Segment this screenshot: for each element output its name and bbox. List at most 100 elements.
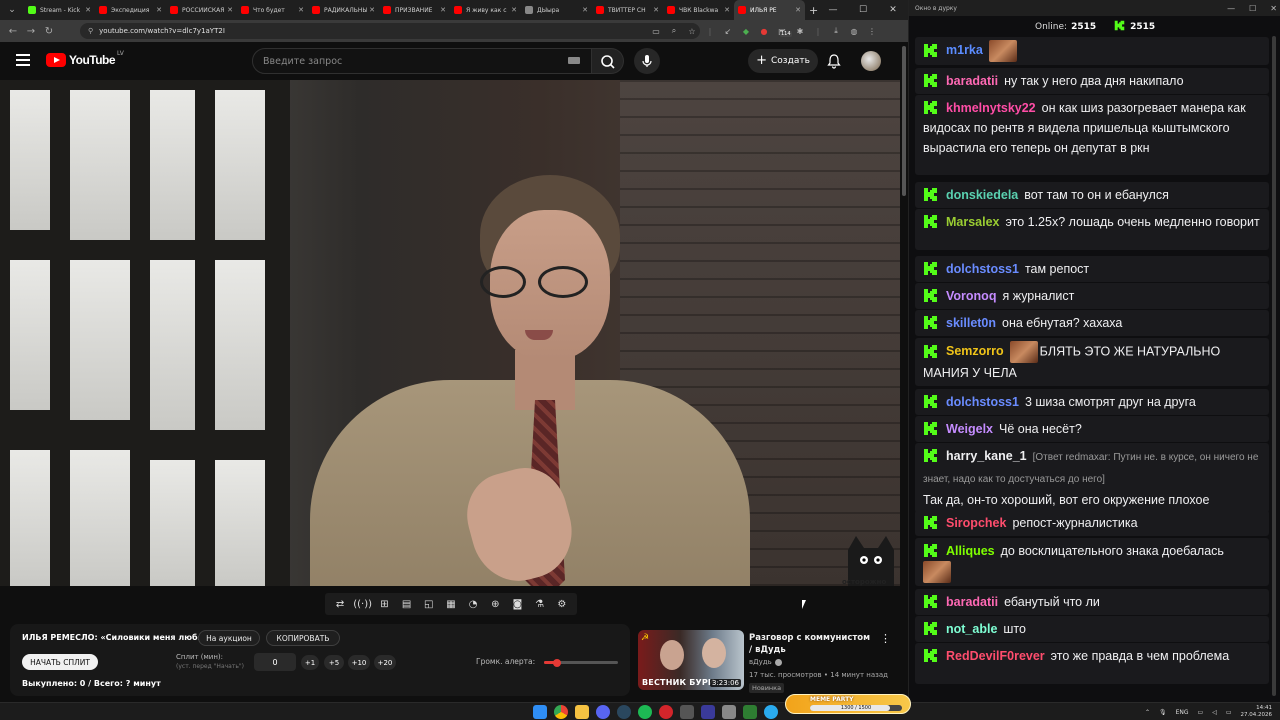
split-minutes-input[interactable]: 0 [254,653,296,671]
discord-icon[interactable] [596,705,610,719]
browser-tab[interactable]: Что будет ✕ [237,0,308,20]
chat-emote[interactable] [988,40,1017,62]
browser-tab[interactable]: РОССИЙСКАЯ ✕ [166,0,237,20]
chat-username[interactable]: Weigelx [946,422,993,436]
add-20-button[interactable]: +20 [374,655,396,670]
screenshot-settings-icon[interactable]: ⊞ [375,599,393,610]
tab-close-icon[interactable]: ✕ [298,6,304,14]
clock[interactable]: 14:41 27.04.2026 [1241,705,1273,719]
close-icon[interactable]: ✕ [878,0,908,20]
chat-emote[interactable] [923,561,951,583]
extension-arrow-icon[interactable]: ↙ [722,27,734,36]
flask-icon[interactable]: ⚗ [531,599,549,610]
telegram-icon[interactable] [764,705,778,719]
extension-red-icon[interactable]: ● [758,27,770,36]
clip-icon[interactable]: ▤ [398,599,416,610]
extension-badge-icon[interactable]: ▣114 [776,27,792,37]
chat-emote[interactable] [1009,341,1038,363]
chat-username[interactable]: Voronoq [946,289,996,303]
video-player[interactable]: осторожно [0,80,900,586]
add-frame-icon[interactable]: ⊕ [486,599,504,610]
tab-close-icon[interactable]: ✕ [724,6,730,14]
search-button[interactable] [592,48,624,74]
chat-username[interactable]: Siropchek [946,516,1006,530]
browser-tab[interactable]: Экспедиция ✕ [95,0,166,20]
chat-scrollbar-thumb[interactable] [1272,36,1276,696]
folder-icon[interactable] [575,705,589,719]
menu-icon[interactable] [16,54,30,66]
search-input[interactable]: Введите запрос [252,48,592,74]
auction-button[interactable]: На аукцион [198,630,260,646]
app-icon[interactable] [680,705,694,719]
meme-party-widget[interactable]: MEME PARTY 1300 / 1500 [785,694,911,714]
browser-tab[interactable]: ПРИЗВАНИЕ ✕ [379,0,450,20]
browser-tab[interactable]: ЧВК Blackwa ✕ [663,0,734,20]
microphone-icon[interactable]: 🎙 [1159,709,1167,716]
start-split-button[interactable]: НАЧАТЬ СПЛИТ [22,654,98,670]
chat-username[interactable]: Marsalex [946,215,1000,229]
tab-close-icon[interactable]: ✕ [369,6,375,14]
create-button[interactable]: + Создать [748,49,818,73]
extension-shield-icon[interactable]: ◆ [740,27,752,36]
browser-tab[interactable]: Я живу как с ✕ [450,0,521,20]
browser-tab[interactable]: РАДИКАЛЬНЫ ✕ [308,0,379,20]
voice-search-button[interactable] [634,48,660,74]
new-tab-button[interactable]: + [809,4,818,17]
recommended-thumbnail[interactable]: ☭ ВЕСТНИК БУРИ 3:23:06 [638,630,744,690]
chat-username[interactable]: dolchstoss1 [946,262,1019,276]
notifications-bell-icon[interactable] [826,53,842,69]
screen-cast-icon[interactable]: ▭ [650,27,662,36]
forward-icon[interactable]: → [22,26,40,37]
app-icon-2[interactable] [701,705,715,719]
zoom-icon[interactable]: ⌕ [668,26,680,36]
chat-username[interactable]: Alliques [946,544,995,558]
minimize-icon[interactable]: — [818,0,848,20]
browser-tab[interactable]: Stream - Kick ✕ [24,0,95,20]
chat-username[interactable]: RedDevilF0rever [946,649,1045,663]
avatar[interactable] [861,51,881,71]
tab-close-icon[interactable]: ✕ [156,6,162,14]
menu-dots-icon[interactable]: ⋮ [866,27,878,36]
reload-icon[interactable]: ↻ [40,26,58,37]
extensions-puzzle-icon[interactable]: ✱ [794,27,806,36]
tab-close-icon[interactable]: ✕ [440,6,446,14]
speed-icon[interactable]: ◔ [464,599,482,610]
picture-in-picture-icon[interactable]: ◱ [420,599,438,610]
browser-tab[interactable]: ТВИТТЕР СН ✕ [592,0,663,20]
spotify-icon[interactable] [638,705,652,719]
chat-username[interactable]: m1rka [946,43,983,57]
volume-icon[interactable]: ◁ [1212,709,1217,716]
youtube-logo[interactable]: YouTube LV [46,50,124,67]
chat-username[interactable]: skillet0n [946,316,996,330]
recommended-title[interactable]: Разговор с коммунистом / вДудь [749,632,871,656]
add-5-button[interactable]: +5 [324,655,344,670]
tab-close-icon[interactable]: ✕ [653,6,659,14]
keyboard-icon[interactable] [568,57,580,64]
browser-tab[interactable]: ИЛЬЯ РЕ ✕ [734,0,805,20]
chrome-icon[interactable] [554,705,568,719]
app-icon-4[interactable] [743,705,757,719]
audio-icon[interactable]: ((·)) [353,599,372,610]
copy-button[interactable]: КОПИРОВАТЬ [266,630,340,646]
close-icon[interactable]: ✕ [1270,4,1277,13]
opera-icon[interactable] [659,705,673,719]
maximize-icon[interactable]: ☐ [1249,4,1256,13]
tab-close-icon[interactable]: ✕ [85,6,91,14]
slider-knob[interactable] [553,658,562,667]
battery-icon[interactable]: ▭ [1226,709,1232,716]
tab-close-icon[interactable]: ✕ [511,6,517,14]
maximize-icon[interactable]: ☐ [848,0,878,20]
app-icon-3[interactable] [722,705,736,719]
tab-search-icon[interactable]: ⌄ [4,2,20,18]
page-scrollbar[interactable] [900,42,908,702]
more-options-icon[interactable]: ⋮ [880,632,891,645]
windows-start-icon[interactable] [533,705,547,719]
scrollbar-thumb[interactable] [902,46,906,196]
tab-close-icon[interactable]: ✕ [227,6,233,14]
network-icon[interactable]: ▭ [1198,709,1204,716]
chat-username[interactable]: khmelnytsky22 [946,101,1036,115]
steam-icon[interactable] [617,705,631,719]
site-info-icon[interactable]: ⚲ [88,27,93,35]
language-indicator[interactable]: ENG [1176,709,1189,716]
camera-icon[interactable]: ◙ [508,599,526,610]
